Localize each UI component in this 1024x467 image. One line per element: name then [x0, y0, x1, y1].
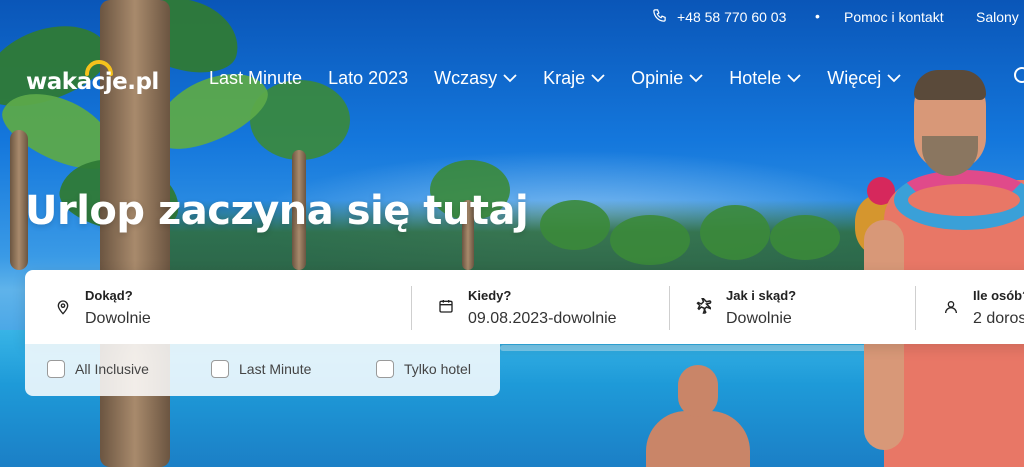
transport-field[interactable]: Jak i skąd? Dowolnie [666, 270, 916, 344]
nav-item-label: Opinie [631, 67, 684, 88]
nav-item-label: Wczasy [434, 67, 498, 88]
hero-headline: Urlop zaczyna się tutaj [25, 188, 529, 234]
field-label: Jak i skąd? [726, 288, 797, 303]
plane-icon [696, 298, 712, 314]
chevron-down-icon [503, 74, 517, 83]
man-with-lei-image [864, 70, 1024, 467]
field-label: Dokąd? [85, 288, 133, 303]
field-label: Kiedy? [468, 288, 512, 303]
salony-link[interactable]: Salony [976, 9, 1019, 25]
checkbox-box[interactable] [47, 360, 65, 378]
nav-item-label: Last Minute [209, 67, 303, 88]
nav-item-opinie[interactable]: Opinie [631, 66, 703, 90]
field-value: Dowolnie [85, 310, 151, 327]
nav-item-label: Kraje [543, 67, 586, 88]
phone-number: +48 58 770 60 03 [677, 9, 787, 25]
palm-far [540, 200, 610, 250]
destination-field[interactable]: Dokąd? Dowolnie [25, 270, 410, 344]
chevron-down-icon [787, 74, 801, 83]
checkbox-box[interactable] [376, 360, 394, 378]
chevron-down-icon [887, 74, 901, 83]
checkbox-label: Last Minute [239, 361, 312, 377]
calendar-icon [439, 300, 453, 313]
person-icon [945, 301, 957, 314]
travelers-field[interactable]: Ile osób? 2 dorosłych [913, 270, 1024, 344]
date-field[interactable]: Kiedy? 09.08.2023-dowolnie [408, 270, 668, 344]
phone-link[interactable]: +48 58 770 60 03 [652, 8, 786, 26]
field-value: 09.08.2023-dowolnie [468, 310, 617, 327]
nav-item-wiecej[interactable]: Więcej [827, 66, 901, 90]
palm-far [700, 205, 770, 260]
search-options: All Inclusive Last Minute Tylko hotel [25, 344, 500, 396]
nav-item-hotele[interactable]: Hotele [729, 66, 801, 90]
chevron-down-icon [591, 74, 605, 83]
last-minute-checkbox[interactable]: Last Minute [211, 360, 311, 378]
checkbox-label: All Inclusive [75, 361, 149, 377]
checkbox-box[interactable] [211, 360, 229, 378]
top-bar: +48 58 770 60 03 • Pomoc i kontakt Salon… [0, 0, 1024, 34]
search-icon[interactable] [1012, 66, 1024, 88]
nav-item-lato-2023[interactable]: Lato 2023 [328, 66, 408, 90]
field-label: Ile osób? [973, 288, 1024, 303]
phone-icon [652, 8, 667, 26]
pool-shine [500, 345, 900, 351]
field-value: 2 dorosłych [973, 310, 1024, 327]
field-value: Dowolnie [726, 310, 792, 327]
nav-item-wczasy[interactable]: Wczasy [434, 66, 517, 90]
chevron-down-icon [689, 74, 703, 83]
tylko-hotel-checkbox[interactable]: Tylko hotel [376, 360, 471, 378]
checkbox-label: Tylko hotel [404, 361, 471, 377]
separator-dot: • [815, 8, 820, 24]
all-inclusive-checkbox[interactable]: All Inclusive [47, 360, 149, 378]
logo[interactable]: wakacje.pl [26, 58, 176, 100]
nav-item-label: Lato 2023 [328, 67, 409, 88]
search-panel: Dokąd? Dowolnie Kiedy? 09.08.2023-dowoln… [25, 270, 1024, 344]
swimmer-image [640, 365, 750, 467]
nav-item-last-minute[interactable]: Last Minute [209, 66, 302, 90]
help-contact-link[interactable]: Pomoc i kontakt [844, 9, 944, 25]
nav-item-kraje[interactable]: Kraje [543, 66, 605, 90]
main-nav: Last Minute Lato 2023 Wczasy Kraje Opini… [209, 66, 901, 90]
palm-far [610, 215, 690, 265]
map-pin-icon [57, 300, 69, 315]
palm-far [770, 215, 840, 260]
logo-text: wakacje.pl [26, 69, 159, 95]
nav-item-label: Więcej [827, 67, 882, 88]
nav-item-label: Hotele [729, 67, 782, 88]
